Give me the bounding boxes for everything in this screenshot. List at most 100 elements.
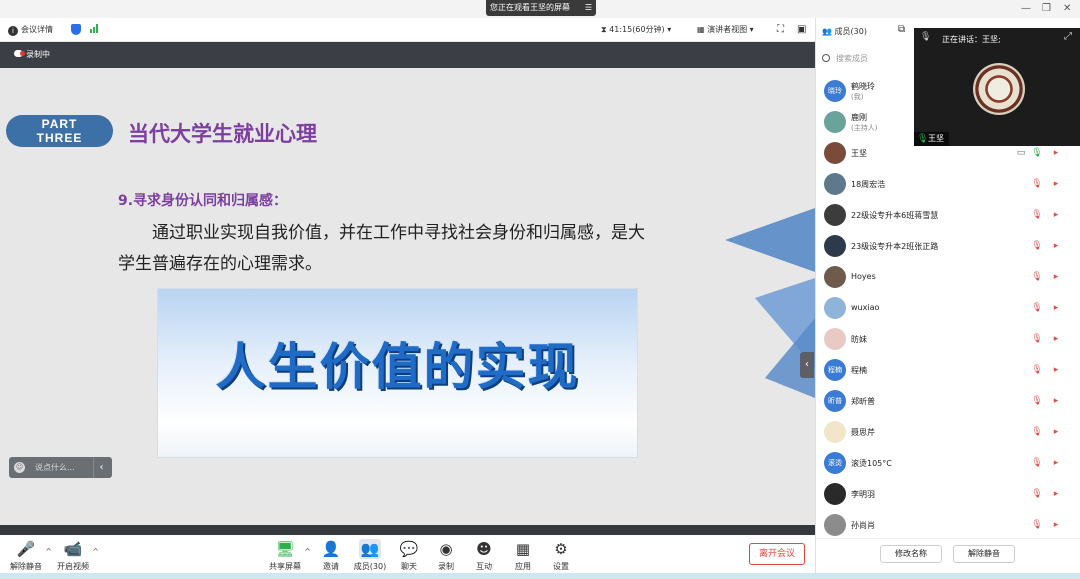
- camera-off-icon: 📹: [63, 540, 83, 558]
- mic-off-icon[interactable]: 🎙: [1031, 426, 1043, 438]
- rename-button[interactable]: 修改名称: [880, 545, 942, 563]
- mic-off-icon[interactable]: 🎙: [1031, 209, 1043, 221]
- recording-indicator[interactable]: 录制中: [14, 50, 50, 60]
- member-row[interactable]: 18周宏浩 🎙 ▸: [824, 171, 1069, 197]
- share-screen-label: 共享屏幕: [269, 562, 301, 571]
- member-name: 郑昕普: [851, 397, 875, 406]
- mic-off-icon[interactable]: 🎙: [1031, 178, 1043, 190]
- interact-button[interactable]: ☻ 互动: [464, 539, 504, 572]
- member-row[interactable]: 昕普 郑昕普 🎙 ▸: [824, 388, 1069, 414]
- collapse-panel-button[interactable]: ‹: [800, 352, 814, 378]
- member-row[interactable]: 滚烫 滚烫105°C 🎙 ▸: [824, 450, 1069, 476]
- camera-off-icon: ▸: [1053, 396, 1059, 406]
- mic-off-icon[interactable]: 🎙: [1031, 519, 1043, 531]
- layout-button[interactable]: ▣: [797, 24, 806, 36]
- mic-off-icon[interactable]: 🎙: [1031, 271, 1043, 283]
- chevron-up-icon[interactable]: ^: [92, 547, 99, 556]
- minimize-button[interactable]: —: [1021, 2, 1031, 16]
- slide-bottom-strip: [0, 525, 815, 535]
- mic-off-icon[interactable]: 🎙: [1031, 333, 1043, 345]
- members-button[interactable]: 👥 成员(30): [350, 539, 390, 572]
- member-row[interactable]: 聂思芹 🎙 ▸: [824, 419, 1069, 445]
- member-name: 18周宏浩: [851, 180, 886, 189]
- mic-off-icon[interactable]: 🎙: [1031, 302, 1043, 314]
- leave-meeting-button[interactable]: 离开会议: [749, 543, 805, 565]
- record-button[interactable]: ◉ 录制: [426, 539, 466, 572]
- record-label: 录制: [438, 562, 454, 571]
- member-name: 23级设专升本2班张正路: [851, 242, 939, 251]
- member-row[interactable]: 23级设专升本2班张正路 🎙 ▸: [824, 233, 1069, 259]
- video-name-tag: 🎙 王坚: [914, 132, 949, 146]
- avatar: [824, 266, 846, 288]
- member-name: Hoyes: [851, 272, 876, 281]
- member-row[interactable]: Hoyes 🎙 ▸: [824, 264, 1069, 290]
- camera-off-icon: ▸: [1053, 241, 1059, 251]
- screen-share-notice[interactable]: 您正在观看王坚的屏幕 ☰: [486, 0, 596, 16]
- apps-button[interactable]: ▦ 应用: [503, 539, 543, 572]
- network-status[interactable]: [90, 24, 99, 37]
- member-row[interactable]: wuxiao 🎙 ▸: [824, 295, 1069, 321]
- view-mode-button[interactable]: ▦ 演讲者视图 ▾: [697, 24, 754, 36]
- invite-button[interactable]: 👤 邀请: [311, 539, 351, 572]
- mic-off-icon[interactable]: 🎙: [1031, 488, 1043, 500]
- screen-share-icon: ▭: [1016, 148, 1026, 158]
- start-video-button[interactable]: 📹 开启视频 ^: [53, 539, 99, 572]
- meeting-info-button[interactable]: i 会议详情: [8, 24, 53, 36]
- view-mode-label: 演讲者视图: [707, 25, 748, 34]
- unmute-all-button[interactable]: 解除静音: [953, 545, 1015, 563]
- banner-text: 人生价值的实现: [215, 337, 580, 396]
- unmute-label: 解除静音: [10, 562, 42, 571]
- desktop-taskbar-edge: [0, 573, 1080, 579]
- popout-icon[interactable]: ⧉: [898, 24, 905, 35]
- member-search-input[interactable]: 搜索成员: [822, 51, 914, 67]
- mic-off-icon[interactable]: 🎙: [1031, 364, 1043, 376]
- members-panel-title: 👥 成员(30): [822, 27, 867, 36]
- member-row[interactable]: 李明羽 🎙 ▸: [824, 481, 1069, 507]
- chevron-left-icon: ‹: [805, 359, 809, 370]
- maximize-button[interactable]: ❐: [1042, 2, 1051, 16]
- share-screen-button[interactable]: 🖥 共享屏幕 ^: [265, 539, 311, 572]
- member-name: 王坚: [851, 149, 867, 158]
- member-row[interactable]: 昉妹 🎙 ▸: [824, 326, 1069, 352]
- mic-off-icon[interactable]: 🎙: [1031, 395, 1043, 407]
- quick-chat-input[interactable]: ☺ 说点什么... ‹: [9, 457, 112, 478]
- mic-on-icon[interactable]: 🎙: [1031, 147, 1043, 159]
- interact-icon: ☻: [476, 540, 492, 558]
- avatar: [824, 173, 846, 195]
- mic-off-icon[interactable]: 🎙: [1031, 457, 1043, 469]
- fullscreen-icon: ⛶: [777, 24, 784, 35]
- member-row[interactable]: 程楠 程楠 🎙 ▸: [824, 357, 1069, 383]
- emoji-icon[interactable]: ☺: [14, 462, 25, 473]
- close-window-button[interactable]: ✕: [1063, 2, 1071, 16]
- member-row[interactable]: 22级设专升本6班蒋雪慧 🎙 ▸: [824, 202, 1069, 228]
- meeting-info-bar: i 会议详情 ⧗ 41:15(60分钟) ▾ ▦ 演讲者视图 ▾ ⛶ ▣: [0, 18, 815, 42]
- apps-label: 应用: [515, 562, 531, 571]
- collapse-chat-icon[interactable]: ‹: [93, 457, 109, 478]
- fullscreen-button[interactable]: ⛶: [777, 24, 784, 36]
- recording-label: 录制中: [26, 50, 50, 59]
- avatar: [824, 111, 846, 133]
- expand-icon[interactable]: ⤢: [1064, 31, 1072, 42]
- meeting-timer[interactable]: ⧗ 41:15(60分钟) ▾: [601, 24, 671, 36]
- chat-button[interactable]: 💬 聊天: [389, 539, 429, 572]
- chevron-up-icon[interactable]: ^: [45, 547, 52, 556]
- members-label: 成员(30): [353, 562, 387, 571]
- record-icon: ◉: [439, 540, 453, 558]
- member-row[interactable]: 孙尚肖 🎙 ▸: [824, 512, 1069, 538]
- settings-button[interactable]: ⚙ 设置: [541, 539, 581, 572]
- chevron-up-icon[interactable]: ^: [304, 547, 311, 556]
- camera-off-icon: ▸: [1053, 303, 1059, 313]
- speaker-video-tile[interactable]: 🎙 正在讲话：王坚; ⤢ 🎙 王坚: [914, 28, 1080, 146]
- member-name: 22级设专升本6班蒋雪慧: [851, 211, 939, 220]
- unmute-button[interactable]: 🎤 解除静音 ^: [6, 539, 52, 572]
- share-screen-icon: 🖥: [275, 540, 295, 558]
- hourglass-icon: ⧗: [601, 25, 610, 34]
- camera-off-icon: ▸: [1053, 489, 1059, 499]
- security-button[interactable]: [71, 24, 81, 37]
- member-name: 鹤晓玲: [851, 82, 875, 91]
- camera-off-icon: ▸: [1053, 210, 1059, 220]
- mic-off-icon[interactable]: 🎙: [1031, 240, 1043, 252]
- sidebar-layout-icon: ▣: [797, 24, 807, 35]
- info-icon: i: [8, 26, 18, 36]
- signal-icon: [90, 24, 99, 37]
